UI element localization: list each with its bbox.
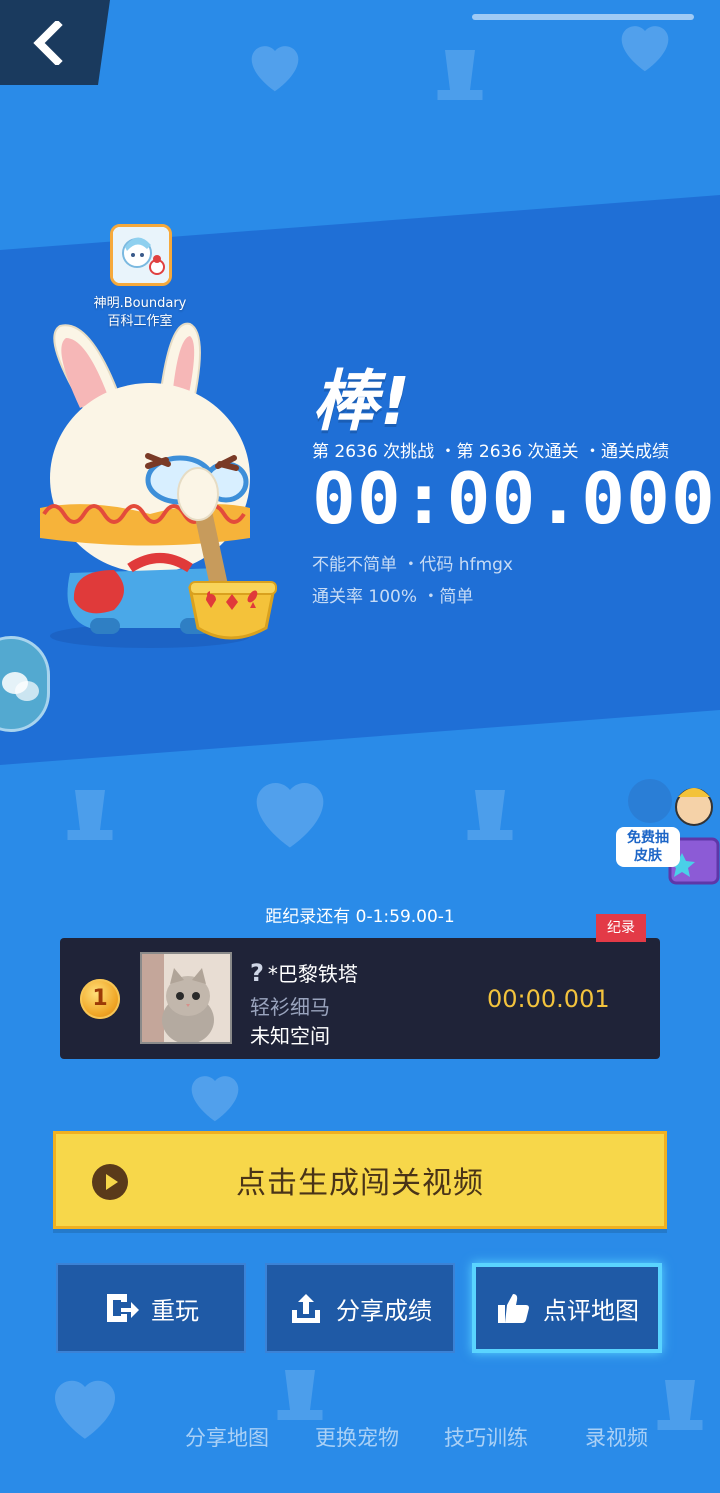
record-tag: 纪录 bbox=[596, 914, 646, 942]
rabbit-mascot bbox=[40, 322, 277, 648]
cat-avatar-icon bbox=[142, 954, 230, 1042]
share-icon bbox=[292, 1294, 320, 1323]
record-time: 00:00.001 bbox=[487, 985, 610, 1013]
review-map-label: 点评地图 bbox=[543, 1296, 639, 1325]
replay-label: 重玩 bbox=[151, 1296, 199, 1325]
share-map-link[interactable]: 分享地图 bbox=[185, 1422, 269, 1452]
magic-hat-icon bbox=[277, 1370, 323, 1420]
studio-name-line1: 神明.Boundary bbox=[93, 296, 187, 311]
generate-video-button[interactable]: 点击生成闯关视频 bbox=[53, 1131, 667, 1229]
magic-hat-icon bbox=[467, 790, 513, 840]
magic-hat-icon bbox=[657, 1380, 703, 1430]
share-score-button[interactable]: 分享成绩 bbox=[265, 1263, 455, 1353]
clear-rate-difficulty: 通关率 100% ・简单 bbox=[312, 587, 474, 607]
player-zone: 未知空间 bbox=[250, 1024, 330, 1048]
player-name-text: *巴黎铁塔 bbox=[267, 962, 358, 986]
clear-time: 00:00.000 bbox=[312, 458, 716, 540]
rank-medal: 1 bbox=[80, 979, 120, 1019]
free-skin-label: 免费抽 皮肤 bbox=[616, 827, 680, 867]
heart-icon bbox=[251, 46, 299, 92]
chevron-left-icon bbox=[33, 20, 63, 65]
generate-video-label: 点击生成闯关视频 bbox=[236, 1166, 484, 1201]
top-handle-bar bbox=[472, 14, 694, 20]
player-avatar[interactable] bbox=[140, 952, 232, 1044]
question-icon: ? bbox=[250, 959, 264, 987]
magic-hat-icon bbox=[437, 50, 483, 100]
chat-icon bbox=[2, 672, 39, 701]
record-video-link[interactable]: 录视频 bbox=[585, 1422, 648, 1452]
free-skin-line1: 免费抽 bbox=[627, 830, 669, 846]
skill-training-link[interactable]: 技巧训练 bbox=[444, 1422, 528, 1452]
free-skin-button[interactable]: 免费抽 皮肤 bbox=[612, 775, 720, 893]
heart-icon bbox=[256, 783, 324, 848]
heart-icon bbox=[191, 1076, 239, 1122]
result-headline: 棒! bbox=[312, 363, 413, 440]
player-title: 轻衫细马 bbox=[250, 995, 330, 1019]
map-difficulty-code: 不能不简单 ・代码 hfmgx bbox=[312, 555, 513, 575]
change-pet-link[interactable]: 更换宠物 bbox=[315, 1422, 399, 1452]
player-name: ? *巴黎铁塔 bbox=[250, 958, 358, 987]
replay-button[interactable]: 重玩 bbox=[56, 1263, 246, 1353]
back-button[interactable] bbox=[0, 0, 110, 85]
free-skin-line2: 皮肤 bbox=[634, 848, 662, 864]
studio-avatar-icon bbox=[113, 227, 169, 283]
studio-logo[interactable] bbox=[110, 224, 172, 286]
heart-icon bbox=[621, 26, 669, 72]
play-icon bbox=[92, 1164, 128, 1200]
heart-icon bbox=[55, 1380, 115, 1439]
magic-hat-icon bbox=[67, 790, 113, 840]
replay-icon bbox=[107, 1294, 139, 1322]
thumbs-up-icon bbox=[498, 1294, 529, 1323]
share-score-label: 分享成绩 bbox=[336, 1296, 432, 1325]
review-map-button[interactable]: 点评地图 bbox=[472, 1263, 662, 1353]
